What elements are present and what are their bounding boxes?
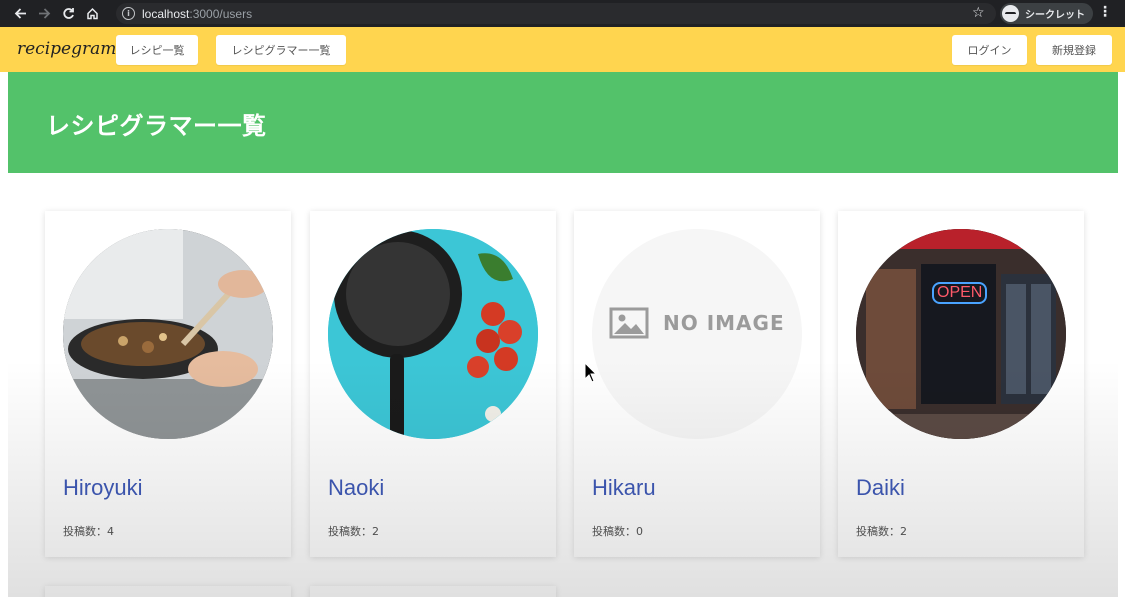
- mouse-cursor-icon: [584, 362, 598, 383]
- user-avatar[interactable]: [63, 229, 273, 439]
- login-button[interactable]: ログイン: [952, 35, 1027, 65]
- open-sign: OPEN: [932, 282, 988, 304]
- forward-icon[interactable]: [32, 0, 56, 27]
- reload-icon[interactable]: [56, 0, 80, 27]
- post-count: 投稿数：0: [592, 525, 643, 538]
- user-name[interactable]: Hikaru: [592, 475, 656, 501]
- user-card[interactable]: Hiroyuki 投稿数：4: [45, 211, 291, 557]
- signup-button[interactable]: 新規登録: [1036, 35, 1112, 65]
- browser-toolbar: i localhost:3000/users ☆ シークレット ⋮: [0, 0, 1125, 27]
- user-name[interactable]: Naoki: [328, 475, 384, 501]
- profile-label: シークレット: [1025, 10, 1085, 21]
- incognito-profile-button[interactable]: シークレット: [1000, 3, 1093, 24]
- page-hero: レシピグラマー一覧: [8, 72, 1118, 173]
- post-count: 投稿数：2: [328, 525, 379, 538]
- incognito-icon: [1002, 5, 1019, 22]
- no-image-text: NO IMAGE: [663, 311, 785, 335]
- image-icon: [609, 307, 649, 339]
- nav-recipegrammers-button[interactable]: レシピグラマー一覧: [216, 35, 346, 65]
- no-image-avatar[interactable]: NO IMAGE: [592, 229, 802, 439]
- user-card[interactable]: NO IMAGE Hikaru 投稿数：0: [574, 211, 820, 557]
- info-icon[interactable]: i: [122, 7, 135, 20]
- url-path: :3000/users: [189, 6, 253, 21]
- nav-recipes-button[interactable]: レシピ一覧: [116, 35, 198, 65]
- back-icon[interactable]: [8, 0, 32, 27]
- user-name[interactable]: Hiroyuki: [63, 475, 142, 501]
- address-bar[interactable]: i localhost:3000/users: [116, 3, 996, 24]
- no-image-placeholder: NO IMAGE: [609, 307, 785, 339]
- url-host: localhost: [142, 6, 190, 21]
- url-text: localhost:3000/users: [142, 7, 252, 21]
- star-icon[interactable]: ☆: [972, 5, 985, 21]
- user-card[interactable]: Naoki 投稿数：2: [310, 211, 556, 557]
- page-title: レシピグラマー一覧: [46, 112, 267, 140]
- home-icon[interactable]: [80, 0, 104, 27]
- post-count: 投稿数：2: [856, 525, 907, 538]
- app-navbar: recipegram レシピ一覧 レシピグラマー一覧 ログイン 新規登録: [0, 27, 1125, 72]
- post-count: 投稿数：4: [63, 525, 114, 538]
- user-card[interactable]: [310, 586, 556, 597]
- brand-logo[interactable]: recipegram: [17, 39, 116, 59]
- user-avatar[interactable]: [328, 229, 538, 439]
- user-card[interactable]: [45, 586, 291, 597]
- menu-kebab-icon[interactable]: ⋮: [1098, 4, 1112, 20]
- user-name[interactable]: Daiki: [856, 475, 905, 501]
- user-card[interactable]: OPEN Daiki 投稿数：2: [838, 211, 1084, 557]
- user-avatar[interactable]: OPEN: [856, 229, 1066, 439]
